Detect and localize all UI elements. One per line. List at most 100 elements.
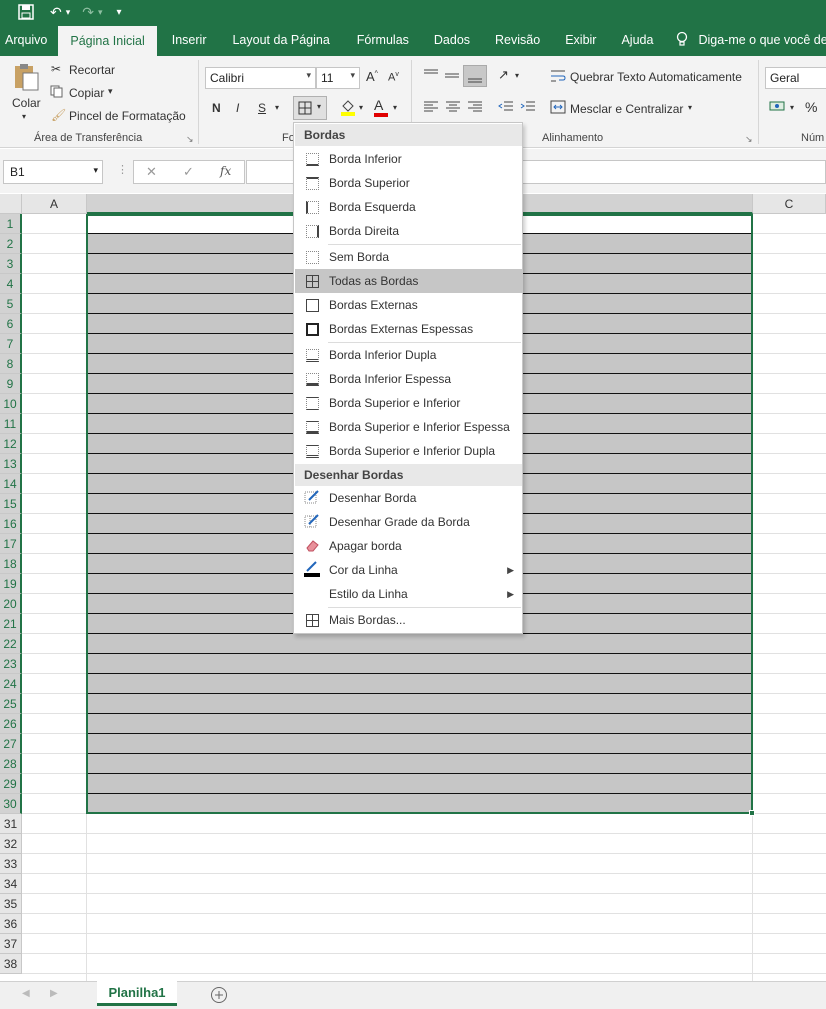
row-header[interactable]: 8 [0, 354, 22, 374]
font-color-dropdown-icon[interactable]: ▾ [393, 103, 397, 112]
row-header[interactable]: 28 [0, 754, 22, 774]
align-right-icon[interactable] [467, 100, 483, 117]
align-top-icon[interactable] [423, 68, 439, 85]
row-header[interactable]: 16 [0, 514, 22, 534]
orientation-icon[interactable]: ↗ [498, 67, 509, 83]
number-format-select[interactable]: Geral [765, 67, 826, 89]
row-header[interactable]: 9 [0, 374, 22, 394]
wrap-text-icon[interactable] [550, 68, 566, 87]
row-header[interactable]: 7 [0, 334, 22, 354]
enter-icon[interactable]: ✓ [183, 164, 194, 180]
merge-center-button[interactable]: Mesclar e Centralizar [570, 102, 683, 116]
menu-item-todas-as-bordas[interactable]: Todas as Bordas [295, 269, 522, 293]
row-header[interactable]: 21 [0, 614, 22, 634]
row-header[interactable]: 23 [0, 654, 22, 674]
row-header[interactable]: 32 [0, 834, 22, 854]
redo-dropdown-icon[interactable]: ▾ [96, 0, 105, 24]
row-header[interactable]: 37 [0, 934, 22, 954]
name-box[interactable]: B1 ▾ [3, 160, 103, 184]
save-icon[interactable] [16, 0, 36, 24]
column-header-c[interactable]: C [753, 194, 826, 214]
row-header[interactable]: 31 [0, 814, 22, 834]
cut-icon[interactable]: ✂ [51, 62, 61, 76]
tab-layout[interactable]: Layout da Página [217, 24, 340, 56]
tell-me-box[interactable]: Diga-me o que você deseja [664, 24, 826, 56]
row-header[interactable]: 6 [0, 314, 22, 334]
row-header[interactable]: 1 [0, 214, 22, 234]
shrink-font-icon[interactable]: Av [388, 71, 399, 84]
row-header[interactable]: 10 [0, 394, 22, 414]
align-center-icon[interactable] [445, 100, 461, 117]
menu-item-estilo-da-linha[interactable]: Estilo da Linha ▶ [295, 582, 522, 606]
sheet-tab-planilha1[interactable]: Planilha1 [97, 981, 177, 1006]
tab-dados[interactable]: Dados [420, 24, 481, 56]
italic-button[interactable]: I [236, 101, 239, 115]
row-header[interactable]: 22 [0, 634, 22, 654]
scroll-left-icon[interactable]: ◀ [22, 988, 30, 999]
fill-handle[interactable] [749, 810, 755, 816]
row-header[interactable]: 11 [0, 414, 22, 434]
customize-icon[interactable]: ▾ [115, 0, 124, 24]
row-header[interactable]: 4 [0, 274, 22, 294]
scroll-right-icon[interactable]: ▶ [50, 988, 58, 999]
menu-item-desenhar-grade-da-borda[interactable]: Desenhar Grade da Borda [295, 510, 522, 534]
row-header[interactable]: 25 [0, 694, 22, 714]
undo-icon[interactable]: ↶ [48, 0, 64, 24]
tab-inserir[interactable]: Inserir [157, 24, 218, 56]
row-header[interactable]: 18 [0, 554, 22, 574]
row-header[interactable]: 2 [0, 234, 22, 254]
format-painter-button[interactable]: Pincel de Formatação [69, 109, 186, 123]
menu-item-apagar-borda[interactable]: Apagar borda [295, 534, 522, 558]
fill-color-dropdown-icon[interactable]: ▾ [359, 103, 363, 112]
menu-item-borda-inferior[interactable]: Borda Inferior [295, 147, 522, 171]
alignment-launcher-icon[interactable]: ↘ [745, 134, 753, 145]
menu-item-desenhar-borda[interactable]: Desenhar Borda [295, 486, 522, 510]
row-header[interactable]: 3 [0, 254, 22, 274]
add-sheet-icon[interactable] [210, 986, 228, 1007]
menu-item-borda-superior-e-inferior-dupla[interactable]: Borda Superior e Inferior Dupla [295, 439, 522, 463]
tab-arquivo[interactable]: Arquivo [0, 24, 58, 56]
underline-button[interactable]: S [258, 101, 266, 115]
column-header-a[interactable]: A [22, 194, 87, 214]
row-header[interactable]: 5 [0, 294, 22, 314]
copy-button[interactable]: Copiar [69, 86, 104, 100]
row-header[interactable]: 27 [0, 734, 22, 754]
row-header[interactable]: 35 [0, 894, 22, 914]
orientation-dropdown-icon[interactable]: ▾ [515, 71, 519, 80]
tab-revisao[interactable]: Revisão [481, 24, 551, 56]
menu-item-borda-superior[interactable]: Borda Superior [295, 171, 522, 195]
row-header[interactable]: 15 [0, 494, 22, 514]
row-header[interactable]: 38 [0, 954, 22, 974]
tab-ajuda[interactable]: Ajuda [607, 24, 664, 56]
font-color-icon[interactable]: A [374, 97, 388, 117]
grow-font-icon[interactable]: A^ [366, 69, 378, 84]
currency-icon[interactable] [769, 99, 785, 116]
paste-button[interactable]: Colar [12, 96, 41, 110]
wrap-text-button[interactable]: Quebrar Texto Automaticamente [570, 70, 742, 84]
row-header[interactable]: 14 [0, 474, 22, 494]
align-bottom-icon[interactable] [463, 65, 487, 87]
copy-icon[interactable] [50, 85, 63, 101]
clipboard-launcher-icon[interactable]: ↘ [186, 134, 194, 145]
row-header[interactable]: 30 [0, 794, 22, 814]
tab-pagina-inicial[interactable]: Página Inicial [58, 26, 157, 56]
merge-center-icon[interactable] [550, 100, 566, 117]
increase-indent-icon[interactable] [520, 100, 536, 117]
redo-icon[interactable]: ↷ [80, 0, 96, 24]
decrease-indent-icon[interactable] [498, 100, 514, 117]
align-left-icon[interactable] [423, 100, 439, 117]
menu-item-bordas-externas-espessas[interactable]: Bordas Externas Espessas [295, 317, 522, 341]
row-header[interactable]: 34 [0, 874, 22, 894]
row-header[interactable]: 26 [0, 714, 22, 734]
currency-dropdown-icon[interactable]: ▾ [790, 103, 794, 112]
merge-dropdown-icon[interactable]: ▾ [688, 103, 692, 112]
borders-button[interactable]: ▾ [293, 96, 327, 120]
font-name-select[interactable]: Calibri ▾ [205, 67, 316, 89]
cancel-icon[interactable]: ✕ [146, 164, 157, 180]
menu-item-borda-direita[interactable]: Borda Direita [295, 219, 522, 243]
menu-item-borda-superior-e-inferior[interactable]: Borda Superior e Inferior [295, 391, 522, 415]
copy-dropdown-icon[interactable]: ▾ [108, 86, 113, 97]
menu-item-borda-esquerda[interactable]: Borda Esquerda [295, 195, 522, 219]
row-header[interactable]: 36 [0, 914, 22, 934]
format-painter-icon[interactable]: 🖌 [51, 108, 66, 122]
